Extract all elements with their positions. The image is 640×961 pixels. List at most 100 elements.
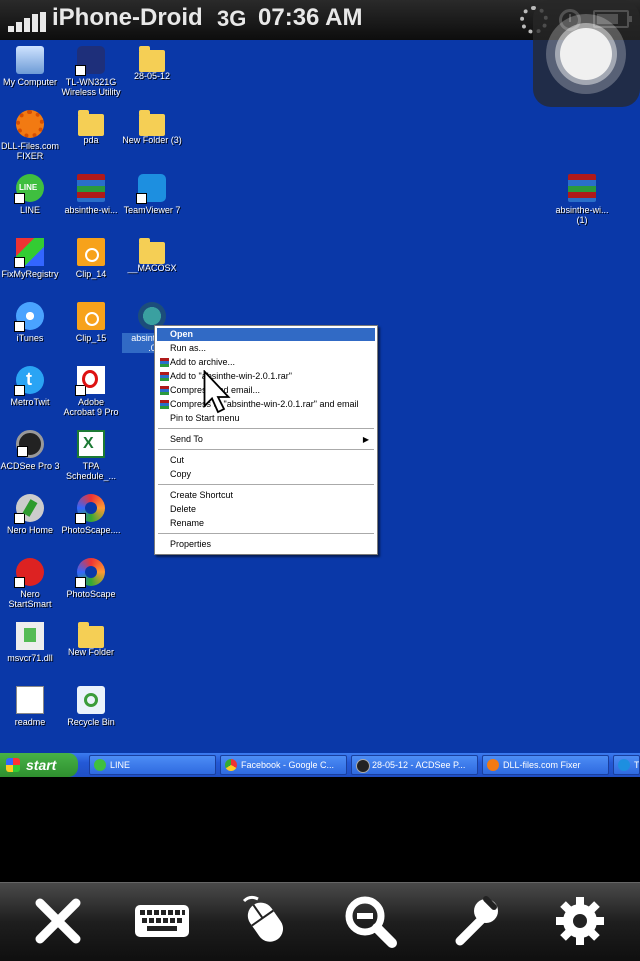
chrome-icon (225, 759, 237, 771)
folder-icon (78, 110, 104, 136)
desktop-icon-label: ACDSee Pro 3 (0, 461, 60, 471)
menu-item-copy[interactable]: Copy (157, 468, 375, 481)
desktop-icon-macosx[interactable]: __MACOSX (122, 238, 182, 273)
desktop-icon-new-folder[interactable]: New Folder (61, 622, 121, 657)
taskbar-item-acdsee[interactable]: 28-05-12 - ACDSee P... (351, 755, 478, 775)
desktop-icon-label: 28-05-12 (133, 71, 171, 81)
dll-fixer-icon (16, 110, 44, 138)
desktop-icon-dll-fixer[interactable]: DLL-Files.com FIXER (0, 110, 60, 161)
menu-item-label: Create Shortcut (170, 490, 234, 500)
desktop-icon-absinthe-rar[interactable]: absinthe-wi... (61, 174, 121, 215)
desktop-icon-metrotwit[interactable]: MetroTwit (0, 366, 60, 407)
photoscape-icon (75, 494, 105, 524)
desktop-icon-recycle-bin[interactable]: Recycle Bin (61, 686, 121, 727)
desktop-icon-28-05-12[interactable]: 28-05-12 (122, 46, 182, 81)
menu-item-compress-and-email[interactable]: Compress and email... (157, 384, 375, 397)
desktop-icon-label: msvcr71.dll (7, 653, 53, 663)
acdsee-icon (356, 759, 370, 773)
menu-item-add-to-rar[interactable]: Add to "absinthe-win-2.0.1.rar" (157, 370, 375, 383)
menu-item-compress-to-rar-and-email[interactable]: Compress to "absinthe-win-2.0.1.rar" and… (157, 398, 375, 411)
desktop-icon-fixmyregistry[interactable]: FixMyRegistry (0, 238, 60, 279)
desktop-icon-tpa-schedule[interactable]: TPA Schedule_... (61, 430, 121, 481)
windows-logo-icon (6, 758, 20, 772)
desktop-icon-wireless-utility[interactable]: TL-WN321G Wireless Utility (61, 46, 121, 97)
desktop-icon-label: TL-WN321G Wireless Utility (61, 77, 121, 97)
winrar-icon (160, 372, 169, 381)
desktop-icon-label: Adobe Acrobat 9 Pro (63, 397, 119, 417)
desktop-icon-label: My Computer (2, 77, 57, 87)
network-type: 3G (217, 6, 247, 31)
menu-item-cut[interactable]: Cut (157, 454, 375, 467)
winrar-icon (160, 386, 169, 395)
menu-item-open[interactable]: Open (157, 328, 375, 341)
desktop-icon-nero-home[interactable]: Nero Home (0, 494, 60, 535)
desktop-icon-absinthe-rar-1[interactable]: absinthe-wi... (1) (552, 174, 612, 225)
menu-item-create-shortcut[interactable]: Create Shortcut (157, 489, 375, 502)
desktop-icon-itunes[interactable]: iTunes (0, 302, 60, 343)
bottom-toolbar (0, 882, 640, 961)
desktop-icon-clip-14[interactable]: Clip_14 (61, 238, 121, 279)
close-icon[interactable] (28, 891, 88, 951)
menu-item-pin-to-start[interactable]: Pin to Start menu (157, 412, 375, 425)
zoom-out-icon[interactable] (340, 891, 400, 951)
desktop-icon-teamviewer[interactable]: TeamViewer 7 (122, 174, 182, 215)
desktop-icon-photoscape-dot[interactable]: PhotoScape.... (61, 494, 121, 535)
menu-item-label: Add to archive... (170, 357, 236, 367)
desktop-icon-label: pda (83, 135, 99, 145)
mouse-icon[interactable] (236, 891, 296, 951)
menu-item-delete[interactable]: Delete (157, 503, 375, 516)
desktop-icon-my-computer[interactable]: My Computer (0, 46, 60, 87)
dll-file-icon (16, 622, 44, 650)
desktop-icon-label: absinthe-wi... (1) (555, 205, 609, 225)
desktop-icon-label: Nero StartSmart (8, 589, 52, 609)
menu-separator (158, 428, 374, 429)
taskbar-item-line[interactable]: LINE (89, 755, 216, 775)
menu-item-properties[interactable]: Properties (157, 538, 375, 551)
desktop-icon-readme[interactable]: readme (0, 686, 60, 727)
menu-item-send-to[interactable]: Send To ▶ (157, 433, 375, 446)
desktop-icon-label: PhotoScape.... (61, 525, 121, 535)
taskbar-item-label: 28-05-12 - ACDSee P... (372, 760, 466, 770)
desktop-icon-label: Nero Home (6, 525, 53, 535)
taskbar-item-teamviewer[interactable]: T (613, 755, 640, 775)
start-button[interactable]: start (0, 753, 78, 777)
acdsee-icon (16, 430, 44, 458)
menu-item-rename[interactable]: Rename (157, 517, 375, 530)
teamviewer-icon (618, 759, 630, 771)
assistive-touch-button[interactable] (533, 0, 640, 107)
teamviewer-icon (136, 174, 166, 204)
desktop-icon-acdsee[interactable]: ACDSee Pro 3 (0, 430, 60, 471)
menu-separator (158, 533, 374, 534)
folder-icon (139, 46, 165, 72)
jpg-image-icon (77, 238, 105, 266)
folder-icon (139, 110, 165, 136)
desktop-icon-label: DLL-Files.com FIXER (0, 141, 59, 161)
desktop-icon-new-folder-3[interactable]: New Folder (3) (122, 110, 182, 145)
desktop-icon-pda[interactable]: pda (61, 110, 121, 145)
desktop-icon-photoscape[interactable]: PhotoScape (61, 558, 121, 599)
folder-icon (139, 238, 165, 264)
taskbar-item-label: Facebook - Google C... (241, 760, 335, 770)
text-file-icon (16, 686, 44, 714)
menu-item-run-as[interactable]: Run as... (157, 342, 375, 355)
mouse-pointer-icon (203, 370, 231, 414)
desktop-icon-acrobat[interactable]: Adobe Acrobat 9 Pro (61, 366, 121, 417)
desktop-icon-msvcr71[interactable]: msvcr71.dll (0, 622, 60, 663)
taskbar-item-facebook-chrome[interactable]: Facebook - Google C... (220, 755, 347, 775)
status-time: 07:36 AM (258, 4, 363, 31)
desktop-icon-label: Recycle Bin (67, 717, 115, 727)
computer-icon (16, 46, 44, 74)
folder-icon (78, 622, 104, 648)
menu-item-add-to-archive[interactable]: Add to archive... (157, 356, 375, 369)
keyboard-icon[interactable] (132, 891, 192, 951)
wireless-utility-icon (75, 46, 105, 76)
wrench-icon[interactable] (446, 891, 506, 951)
gear-icon[interactable] (550, 891, 610, 951)
remote-desktop[interactable]: My Computer TL-WN321G Wireless Utility 2… (0, 40, 640, 753)
desktop-icon-clip-15[interactable]: Clip_15 (61, 302, 121, 343)
desktop-icon-label: iTunes (16, 333, 44, 343)
desktop-icon-line[interactable]: LINE (0, 174, 60, 215)
taskbar-item-dll-fixer[interactable]: DLL-files.com Fixer (482, 755, 609, 775)
taskbar-item-label: LINE (110, 760, 131, 770)
desktop-icon-nero-startsmart[interactable]: Nero StartSmart (0, 558, 60, 609)
